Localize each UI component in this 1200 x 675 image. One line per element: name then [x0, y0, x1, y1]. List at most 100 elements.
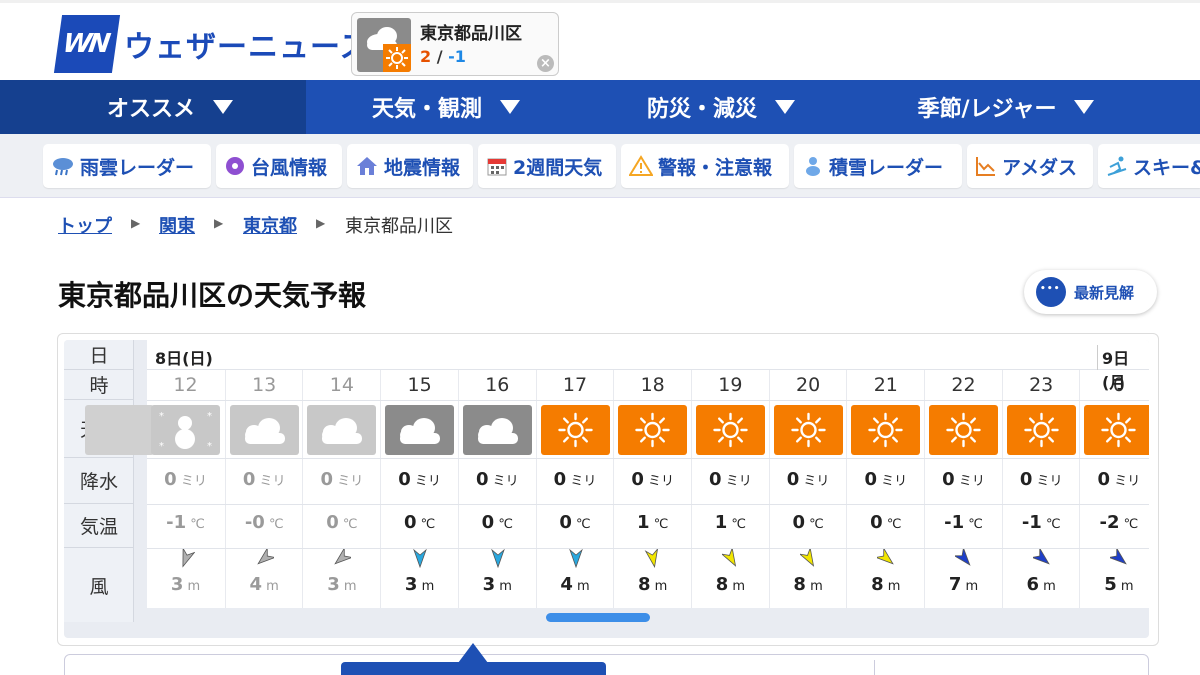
temperature-value: -0 ℃	[244, 512, 284, 533]
shortcut-typhoon[interactable]: 台風情報	[216, 144, 342, 188]
latest-commentary-label: 最新見解	[1074, 283, 1135, 302]
temperature-value: 0 ℃	[870, 512, 902, 533]
wind-speed-value: 7 m	[948, 574, 979, 595]
sunny-icon	[929, 405, 998, 455]
nav-tab-recommended[interactable]: オススメ	[0, 80, 306, 134]
forecast-hour-column: 23 0 ミリ -1 ℃ 6 m	[1001, 370, 1079, 608]
latest-commentary-button[interactable]: 最新見解	[1024, 270, 1157, 314]
sunny-icon	[1006, 405, 1076, 455]
snow-person-icon	[806, 157, 820, 176]
warning-icon	[629, 155, 653, 176]
site-header: WN ウェザーニュース 東京都品川区 2 / -1 ×	[0, 0, 1200, 80]
nav-tab-disaster[interactable]: 防災・減災	[586, 80, 856, 134]
svg-text:*: *	[159, 411, 164, 422]
favorite-low-temp: -1	[448, 47, 466, 66]
shortcut-snow-radar[interactable]: 積雪レーダー	[794, 144, 962, 188]
row-divider	[147, 548, 1149, 549]
nav-tab-weather[interactable]: 天気・観測	[306, 80, 586, 134]
calendar-icon	[487, 158, 507, 176]
wind-direction-icon	[1032, 548, 1050, 565]
row-label-column: 日 時 天気 降水 気温 風	[64, 340, 134, 622]
temperature-value: 1 ℃	[637, 512, 669, 533]
hour-label: 21	[873, 374, 898, 396]
hour-label: 12	[173, 374, 198, 396]
typhoon-icon	[226, 157, 244, 175]
row-divider	[147, 400, 1149, 401]
temperature-value: -1 ℃	[944, 512, 983, 533]
breadcrumb-separator-icon: ▶	[316, 216, 326, 230]
chevron-down-icon	[1074, 100, 1095, 114]
shortcut-rain-radar[interactable]: 雨雲レーダー	[43, 144, 211, 188]
breadcrumb-pref[interactable]: 東京都	[243, 212, 297, 238]
svg-text:*: *	[159, 441, 164, 452]
temp-separator: /	[436, 47, 443, 66]
forecast-hour-column: 21 0 ミリ 0 ℃ 8 m	[846, 370, 923, 608]
chevron-down-icon	[500, 100, 520, 114]
wind-speed-value: 8 m	[871, 574, 901, 595]
chat-bubble-icon	[1036, 277, 1066, 307]
bottom-tab-bar	[64, 654, 1149, 675]
breadcrumb-region[interactable]: 関東	[159, 212, 195, 238]
wind-direction-icon	[182, 548, 195, 568]
shortcut-ski[interactable]: スキー&	[1098, 144, 1200, 188]
precip-value: 0 ミリ	[631, 469, 675, 490]
shortcut-label: 台風情報	[251, 156, 328, 179]
sunny-icon	[851, 405, 921, 455]
earthquake-house-icon	[357, 157, 377, 175]
hour-label: 17	[562, 374, 588, 396]
precip-value: 0 ミリ	[942, 469, 985, 490]
main-nav: オススメ 天気・観測 防災・減災 季節/レジャー	[0, 80, 1200, 134]
wind-direction-icon	[799, 548, 814, 567]
shortcut-amedas[interactable]: アメダス	[967, 144, 1093, 188]
nav-tab-season[interactable]: 季節/レジャー	[856, 80, 1156, 134]
hourly-forecast-table: 日 時 天気 降水 気温 風 12 * * * * 0 ミリ -1 ℃ 3 m 13 0 ミリ -0…	[64, 340, 1149, 638]
shortcut-earthquake[interactable]: 地震情報	[347, 144, 473, 188]
forecast-hour-column: 18 0 ミリ 1 ℃ 8 m	[613, 370, 690, 608]
shortcut-2week[interactable]: 2週間天気	[478, 144, 616, 188]
forecast-hour-column: 13 0 ミリ -0 ℃ 4 m	[224, 370, 302, 608]
ski-icon	[1107, 156, 1127, 176]
date-label: 9日(月	[1097, 345, 1149, 392]
forecast-grid[interactable]: 12 * * * * 0 ミリ -1 ℃ 3 m 13 0 ミリ -0 ℃ 4 m 14 0 ミリ 0 ℃ 3…	[85, 340, 1149, 608]
wind-speed-value: 4 m	[560, 574, 590, 595]
temperature-value: 0 ℃	[481, 512, 513, 533]
date-label: 8日(日)	[155, 349, 213, 368]
wind-speed-value: 8 m	[715, 574, 746, 595]
wind-speed-value: 3 m	[170, 574, 201, 595]
forecast-hour-column: 16 0 ミリ 0 ℃ 3 m	[457, 370, 535, 608]
wind-direction-icon	[877, 548, 895, 565]
shortcut-label: 雨雲レーダー	[80, 156, 195, 179]
wind-speed-value: 8 m	[793, 574, 823, 595]
favorite-location-card[interactable]: 東京都品川区 2 / -1 ×	[351, 12, 559, 76]
sunny-icon	[695, 405, 765, 455]
shortcut-warnings[interactable]: 警報・注意報	[621, 144, 789, 188]
shortcut-label: 2週間天気	[513, 156, 603, 179]
wind-direction-icon	[413, 548, 427, 568]
precip-value: 0 ミリ	[786, 469, 830, 490]
wind-direction-icon	[644, 548, 659, 568]
rain-cloud-icon	[53, 158, 73, 176]
cloudy-icon	[229, 405, 299, 455]
close-icon[interactable]: ×	[537, 55, 554, 72]
precip-value: 0 ミリ	[242, 469, 286, 490]
cloudy-icon	[307, 405, 377, 455]
chevron-down-icon	[213, 100, 233, 114]
forecast-hour-column: 20 0 ミリ 0 ℃ 8 m	[768, 370, 846, 608]
active-bottom-tab[interactable]	[341, 662, 606, 675]
breadcrumb-separator-icon: ▶	[131, 216, 141, 230]
temperature-value: 0 ℃	[326, 512, 358, 533]
scrollbar-thumb[interactable]	[546, 613, 650, 622]
hour-label: 20	[796, 374, 821, 396]
hour-label: 14	[329, 374, 354, 396]
hour-label: 23	[1029, 374, 1054, 396]
shortcut-label: 積雪レーダー	[829, 156, 944, 179]
site-logo[interactable]: WN ウェザーニュース	[53, 15, 371, 73]
precip-value: 0 ミリ	[475, 469, 519, 490]
favorite-high-temp: 2	[420, 47, 432, 66]
wind-speed-value: 3 m	[327, 574, 357, 595]
hour-label: 18	[640, 374, 665, 396]
breadcrumb-top[interactable]: トップ	[58, 212, 112, 238]
sunny-icon	[618, 405, 688, 455]
wind-direction-icon	[1110, 548, 1128, 565]
snow-icon: * * * *	[151, 405, 220, 455]
